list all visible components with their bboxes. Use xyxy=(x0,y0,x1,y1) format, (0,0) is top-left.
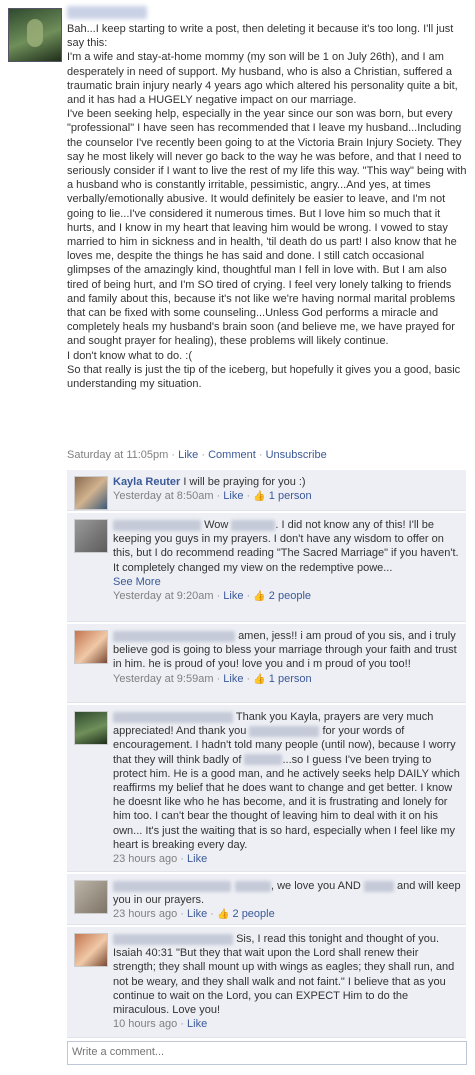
thumbs-up-icon: 👍 xyxy=(253,591,266,603)
redacted-name xyxy=(249,725,320,737)
commenter-name-redacted[interactable] xyxy=(113,711,233,723)
comment-body: Sis, I read this tonight and thought of … xyxy=(113,933,455,1031)
commenter-avatar[interactable] xyxy=(74,476,108,510)
comment-like-count[interactable]: 2 people xyxy=(269,590,311,602)
like-link[interactable]: Like xyxy=(178,449,198,461)
post-paragraph: I don't know what to do. :( xyxy=(67,349,193,362)
comment-timestamp[interactable]: Yesterday at 9:59am xyxy=(113,673,214,685)
post-author-avatar[interactable] xyxy=(8,8,62,62)
comment-like-count[interactable]: 1 person xyxy=(269,490,312,502)
commenter-name-redacted[interactable] xyxy=(113,880,231,892)
comment-input[interactable] xyxy=(68,1042,466,1062)
comment-text: ...so I guess I've been trying to protec… xyxy=(113,753,460,851)
comment-item: Sis, I read this tonight and thought of … xyxy=(67,927,466,1038)
comment-link[interactable]: Comment xyxy=(208,449,256,461)
post-body: Bah...I keep starting to write a post, t… xyxy=(67,22,467,391)
comment-like-link[interactable]: Like xyxy=(187,908,207,920)
post-paragraph: I'm a wife and stay-at-home mommy (my so… xyxy=(67,51,458,107)
comment-text: I will be praying for you :) xyxy=(180,476,306,488)
comment-timestamp[interactable]: Yesterday at 9:20am xyxy=(113,590,214,602)
commenter-avatar[interactable] xyxy=(74,880,108,914)
comment-timestamp[interactable]: 23 hours ago xyxy=(113,853,177,865)
commenter-avatar[interactable] xyxy=(74,630,108,664)
comment-body: Thank you Kayla, prayers are very much a… xyxy=(113,711,460,866)
comment-like-link[interactable]: Like xyxy=(187,1018,207,1030)
commenter-name[interactable]: Kayla Reuter xyxy=(113,476,180,488)
comment-like-link[interactable]: Like xyxy=(223,490,243,502)
thumbs-up-icon: 👍 xyxy=(253,673,266,685)
redacted-name xyxy=(231,519,276,531)
comment-text: Sis, I read this tonight and thought of … xyxy=(113,933,455,1017)
comment-body: Wow . I did not know any of this! I'll b… xyxy=(113,519,459,603)
post-meta: Saturday at 11:05pm · Like · Comment · U… xyxy=(67,449,327,461)
commenter-avatar[interactable] xyxy=(74,933,108,967)
commenter-avatar[interactable] xyxy=(74,519,108,553)
comment-text: , we love you AND xyxy=(271,880,364,892)
post-timestamp[interactable]: Saturday at 11:05pm xyxy=(67,449,168,461)
post-author-name-redacted[interactable] xyxy=(67,6,147,19)
comment-body: amen, jess!! i am proud of you sis, and … xyxy=(113,630,457,685)
comment-like-count[interactable]: 1 person xyxy=(269,673,312,685)
commenter-name-redacted[interactable] xyxy=(113,933,233,945)
redacted-name xyxy=(244,754,283,766)
comment-timestamp[interactable]: 23 hours ago xyxy=(113,908,177,920)
see-more-link[interactable]: See More xyxy=(113,576,161,588)
comment-body: , we love you AND and will keep you in o… xyxy=(113,880,461,921)
comment-timestamp[interactable]: 10 hours ago xyxy=(113,1018,177,1030)
commenter-avatar[interactable] xyxy=(74,711,108,745)
post-paragraph: Bah...I keep starting to write a post, t… xyxy=(67,23,454,50)
comment-text: Wow xyxy=(204,519,232,531)
post-paragraph: I've been seeking help, especially in th… xyxy=(67,108,467,348)
thumbs-up-icon: 👍 xyxy=(217,909,230,921)
redacted-name xyxy=(235,880,271,892)
comment-input-box[interactable] xyxy=(67,1041,467,1065)
comment-item: Kayla Reuter I will be praying for you :… xyxy=(67,470,466,511)
post-paragraph: So that really is just the tip of the ic… xyxy=(67,363,461,391)
comment-item: Wow . I did not know any of this! I'll b… xyxy=(67,513,466,622)
comment-like-count[interactable]: 2 people xyxy=(233,908,275,920)
thumbs-up-icon: 👍 xyxy=(253,491,266,503)
comment-item: , we love you AND and will keep you in o… xyxy=(67,874,466,925)
comment-item: amen, jess!! i am proud of you sis, and … xyxy=(67,624,466,703)
comment-like-link[interactable]: Like xyxy=(223,673,243,685)
comment-like-link[interactable]: Like xyxy=(187,853,207,865)
commenter-name-redacted[interactable] xyxy=(113,630,235,642)
commenter-name-redacted[interactable] xyxy=(113,519,201,531)
redacted-name xyxy=(363,880,394,892)
comment-like-link[interactable]: Like xyxy=(223,590,243,602)
comment-body: Kayla Reuter I will be praying for you :… xyxy=(113,476,312,503)
unsubscribe-link[interactable]: Unsubscribe xyxy=(266,449,327,461)
comment-item: Thank you Kayla, prayers are very much a… xyxy=(67,705,466,872)
comment-timestamp[interactable]: Yesterday at 8:50am xyxy=(113,490,214,502)
